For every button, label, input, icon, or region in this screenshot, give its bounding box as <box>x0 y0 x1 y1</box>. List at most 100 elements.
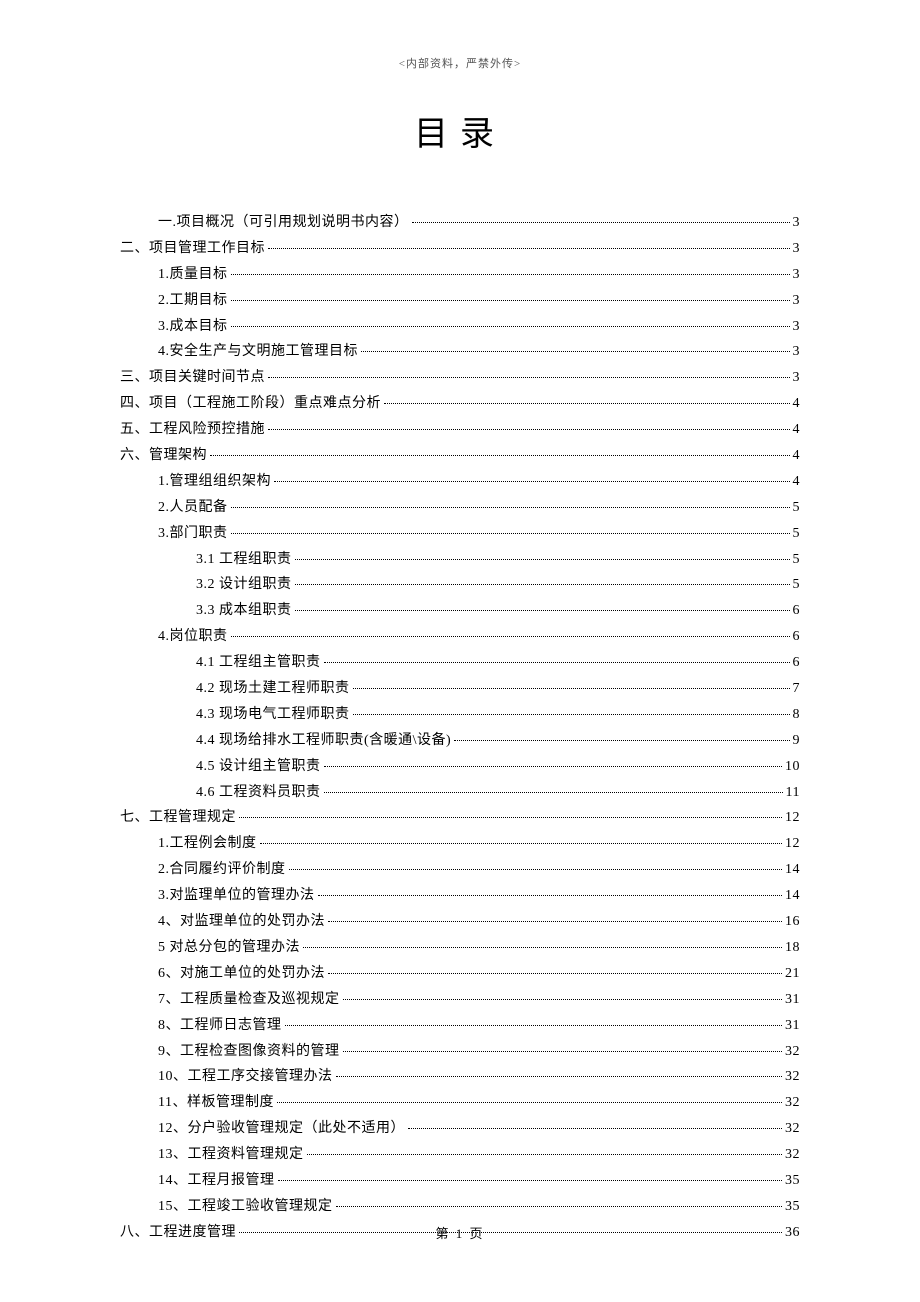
toc-dots <box>336 1076 783 1077</box>
toc-entry-label: 四、项目（工程施工阶段）重点难点分析 <box>120 391 381 417</box>
toc-entry: 11、样板管理制度32 <box>120 1090 800 1116</box>
toc-entry-page: 32 <box>785 1142 800 1168</box>
toc-dots <box>336 1206 783 1207</box>
toc-entry-page: 7 <box>793 676 801 702</box>
toc-entry-page: 3 <box>793 210 801 236</box>
toc-entry: 七、工程管理规定12 <box>120 805 800 831</box>
toc-entry-label: 4、对监理单位的处罚办法 <box>158 909 325 935</box>
header-note: <内部资料，严禁外传> <box>120 55 800 71</box>
toc-entry: 2.合同履约评价制度 14 <box>120 857 800 883</box>
toc-entry-label: 三、项目关键时间节点 <box>120 365 265 391</box>
toc-entry-page: 6 <box>793 598 801 624</box>
toc-dots <box>408 1128 782 1129</box>
toc-entry: 六、管理架构 4 <box>120 443 800 469</box>
toc-entry-label: 9、工程检查图像资料的管理 <box>158 1039 340 1065</box>
toc-dots <box>295 584 790 585</box>
toc-dots <box>343 999 783 1000</box>
toc-entry: 四、项目（工程施工阶段）重点难点分析4 <box>120 391 800 417</box>
toc-entry: 7、工程质量检查及巡视规定 31 <box>120 987 800 1013</box>
toc-entry: 五、工程风险预控措施 4 <box>120 417 800 443</box>
toc-entry-label: 3.3 成本组职责 <box>196 598 292 624</box>
toc-entry-page: 32 <box>785 1064 800 1090</box>
toc-entry-label: 六、管理架构 <box>120 443 207 469</box>
toc-entry-label: 2.人员配备 <box>158 495 228 521</box>
toc-dots <box>343 1051 783 1052</box>
toc-dots <box>268 429 790 430</box>
toc-entry-page: 3 <box>793 365 801 391</box>
toc-dots <box>324 766 783 767</box>
toc-entry: 1.质量目标3 <box>120 262 800 288</box>
toc-entry-page: 4 <box>793 417 801 443</box>
toc-entry-page: 12 <box>785 831 800 857</box>
toc-dots <box>295 610 790 611</box>
toc-entry-page: 4 <box>793 443 801 469</box>
toc-entry-label: 1.管理组组织架构 <box>158 469 271 495</box>
toc-dots <box>231 636 790 637</box>
toc-entry-label: 4.2 现场土建工程师职责 <box>196 676 350 702</box>
toc-entry-page: 21 <box>785 961 800 987</box>
toc-entry-page: 14 <box>785 857 800 883</box>
toc-entry: 14、工程月报管理 35 <box>120 1168 800 1194</box>
toc-entry: 12、分户验收管理规定（此处不适用） 32 <box>120 1116 800 1142</box>
toc-entry-label: 3.成本目标 <box>158 314 228 340</box>
toc-entry: 5 对总分包的管理办法 18 <box>120 935 800 961</box>
toc-dots <box>239 817 782 818</box>
toc-entry-page: 31 <box>785 1013 800 1039</box>
toc-dots <box>328 921 782 922</box>
toc-entry-page: 6 <box>793 650 801 676</box>
toc-entry-label: 4.安全生产与文明施工管理目标 <box>158 339 358 365</box>
toc-entry-label: 2.合同履约评价制度 <box>158 857 286 883</box>
toc-entry-label: 一.项目概况（可引用规划说明书内容） <box>158 210 409 236</box>
toc-entry: 4.3 现场电气工程师职责 8 <box>120 702 800 728</box>
toc-dots <box>268 377 790 378</box>
toc-dots <box>278 1180 783 1181</box>
toc-entry-page: 5 <box>793 547 801 573</box>
toc-entry-page: 32 <box>785 1116 800 1142</box>
toc-dots <box>318 895 783 896</box>
toc-entry-page: 3 <box>793 314 801 340</box>
toc-entry: 4.岗位职责6 <box>120 624 800 650</box>
toc-entry: 三、项目关键时间节点 3 <box>120 365 800 391</box>
toc-entry: 3.1 工程组职责 5 <box>120 547 800 573</box>
toc-entry-label: 5 对总分包的管理办法 <box>158 935 300 961</box>
toc-entry: 6、对施工单位的处罚办法21 <box>120 961 800 987</box>
toc-entry: 3.对监理单位的管理办法14 <box>120 883 800 909</box>
toc-entry-label: 五、工程风险预控措施 <box>120 417 265 443</box>
toc-entry: 4.安全生产与文明施工管理目标3 <box>120 339 800 365</box>
toc-dots <box>361 351 790 352</box>
toc-entry-label: 4.5 设计组主管职责 <box>196 754 321 780</box>
toc-dots <box>231 300 790 301</box>
toc-entry-label: 1.工程例会制度 <box>158 831 257 857</box>
toc-entry: 4、对监理单位的处罚办法16 <box>120 909 800 935</box>
toc-entry-label: 14、工程月报管理 <box>158 1168 275 1194</box>
toc-entry-label: 3.对监理单位的管理办法 <box>158 883 315 909</box>
toc-entry: 15、工程竣工验收管理规定35 <box>120 1194 800 1220</box>
toc-dots <box>384 403 790 404</box>
toc-entry-page: 35 <box>785 1194 800 1220</box>
toc-entry: 3.2 设计组职责 5 <box>120 572 800 598</box>
toc-entry-label: 4.4 现场给排水工程师职责(含暖通\设备) <box>196 728 451 754</box>
toc-entry: 3.成本目标 3 <box>120 314 800 340</box>
toc-entry-label: 13、工程资料管理规定 <box>158 1142 304 1168</box>
toc-dots <box>277 1102 782 1103</box>
toc-entry-page: 9 <box>793 728 801 754</box>
toc-entry: 4.6 工程资料员职责 11 <box>120 780 800 806</box>
toc-entry-page: 5 <box>793 521 801 547</box>
toc-dots <box>231 533 790 534</box>
toc-entry-page: 3 <box>793 262 801 288</box>
toc-entry: 9、工程检查图像资料的管理32 <box>120 1039 800 1065</box>
toc-entry-page: 35 <box>785 1168 800 1194</box>
page-footer: 第 1 页 <box>0 1223 920 1242</box>
toc-dots <box>353 714 790 715</box>
toc-entry-label: 3.部门职责 <box>158 521 228 547</box>
toc-entry-label: 7、工程质量检查及巡视规定 <box>158 987 340 1013</box>
toc-entry-page: 5 <box>793 495 801 521</box>
toc-entry: 1.管理组组织架构4 <box>120 469 800 495</box>
toc-entry: 13、工程资料管理规定 32 <box>120 1142 800 1168</box>
toc-entry-page: 3 <box>793 288 801 314</box>
toc-dots <box>289 869 783 870</box>
toc-entry-page: 31 <box>785 987 800 1013</box>
toc-entry-label: 12、分户验收管理规定（此处不适用） <box>158 1116 405 1142</box>
toc-dots <box>285 1025 783 1026</box>
toc-dots <box>231 507 790 508</box>
